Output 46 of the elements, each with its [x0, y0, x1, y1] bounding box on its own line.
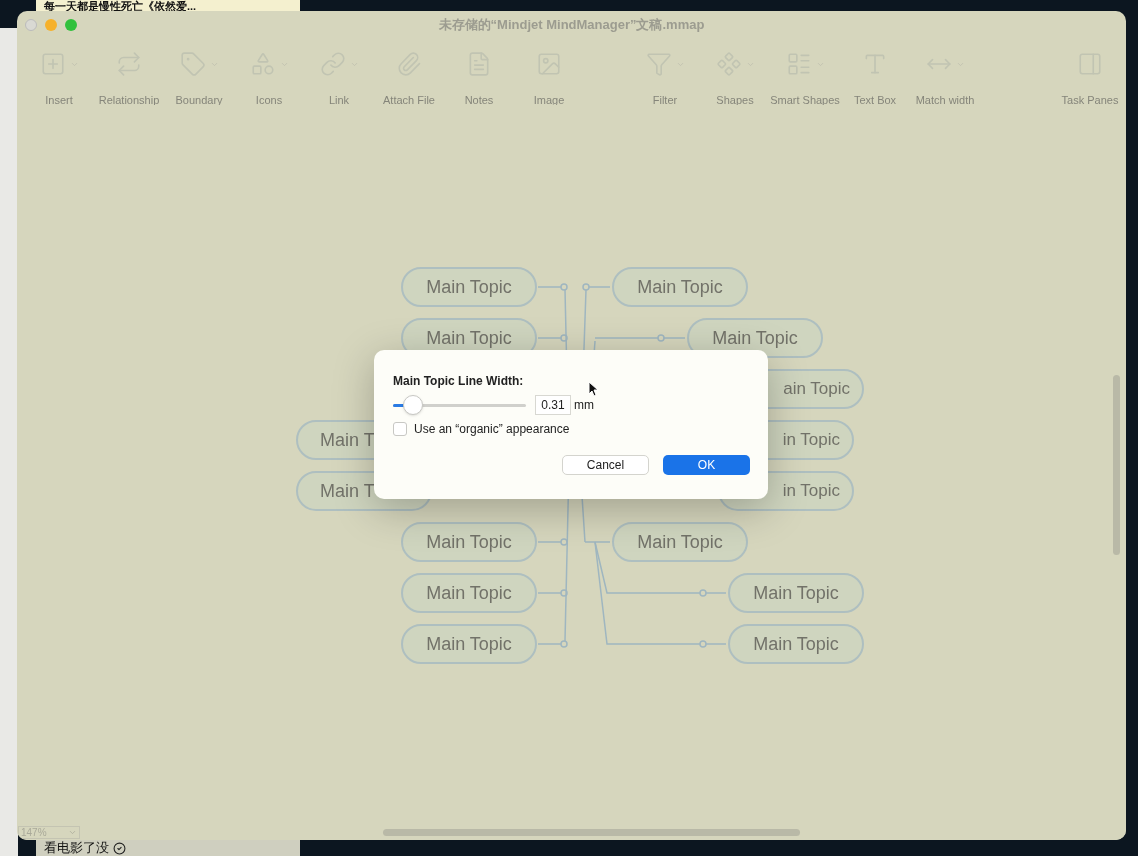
- zoom-button[interactable]: [65, 19, 77, 31]
- value-field[interactable]: 0.31: [535, 395, 571, 415]
- check-icon: [113, 841, 126, 855]
- topic-node[interactable]: Main Topic: [612, 267, 748, 307]
- toolbar-button[interactable]: Notes: [447, 48, 511, 109]
- horizontal-scrollbar[interactable]: [383, 829, 800, 836]
- slider-thumb[interactable]: [402, 395, 423, 415]
- toolbar-button[interactable]: Filter: [633, 48, 697, 109]
- toolbar-button[interactable]: Relationship: [97, 48, 161, 109]
- vertical-scrollbar[interactable]: [1113, 375, 1120, 555]
- connector-line: [537, 283, 568, 291]
- connector-line: [537, 538, 568, 546]
- connector-line: [537, 334, 568, 342]
- note-text: 每一天都是慢性死亡《依然爱...: [44, 0, 197, 12]
- window-title: 未存储的“Mindjet MindManager”文稿.mmap: [438, 15, 705, 34]
- connector-line: [582, 283, 611, 291]
- toolbar-button[interactable]: Insert: [27, 48, 91, 109]
- width-slider[interactable]: [393, 395, 526, 415]
- toolbar-button[interactable]: Boundary: [167, 48, 231, 109]
- toolbar-button[interactable]: Icons: [237, 48, 301, 109]
- topic-node[interactable]: Main Topic: [401, 522, 537, 562]
- connector-line: [537, 589, 568, 597]
- note-text: 看电影了没: [44, 840, 109, 856]
- topic-node[interactable]: Main Topic: [401, 624, 537, 664]
- topic-node[interactable]: Main Topic: [728, 573, 864, 613]
- ok-button[interactable]: OK: [663, 455, 750, 475]
- toolbar-button[interactable]: Shapes: [703, 48, 767, 109]
- cursor-icon: [588, 381, 598, 397]
- toolbar-button[interactable]: Image: [517, 48, 581, 109]
- caret-icon: [68, 828, 77, 837]
- close-button[interactable]: [25, 19, 37, 31]
- cancel-button[interactable]: Cancel: [562, 455, 649, 475]
- dialog-title: Main Topic Line Width:: [393, 374, 525, 388]
- unit-label: mm: [574, 397, 594, 414]
- toolbar-button[interactable]: Task Panes: [1058, 48, 1122, 109]
- minimize-button[interactable]: [45, 19, 57, 31]
- topic-node[interactable]: Main Topic: [401, 573, 537, 613]
- toolbar-button[interactable]: Match width: [913, 48, 977, 109]
- connector-line: [537, 640, 568, 648]
- topic-node[interactable]: Main Topic: [728, 624, 864, 664]
- toolbar-button[interactable]: Text Box: [843, 48, 907, 109]
- topic-node[interactable]: Main Topic: [612, 522, 748, 562]
- checkbox[interactable]: [393, 422, 407, 436]
- toolbar-button[interactable]: Link: [307, 48, 371, 109]
- toolbar-button[interactable]: Attach File: [377, 48, 441, 109]
- topic-node[interactable]: Main Topic: [401, 267, 537, 307]
